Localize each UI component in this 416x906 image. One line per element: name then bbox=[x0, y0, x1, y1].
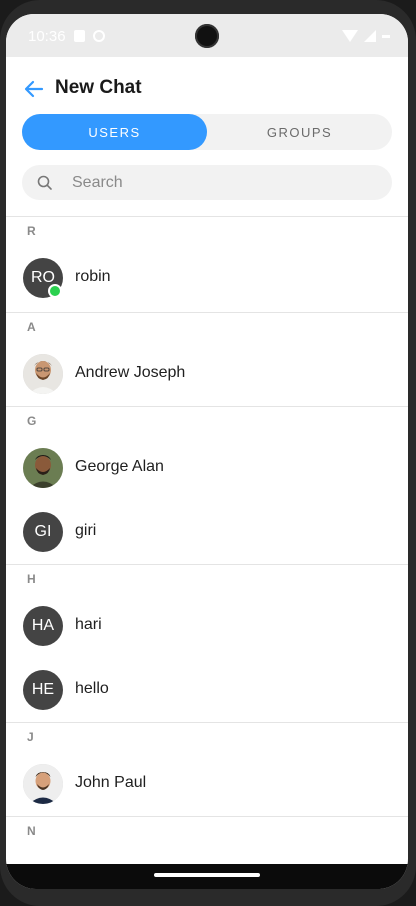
user-name: robin bbox=[75, 268, 111, 285]
app-screen: 10:36 New Chat USERS GROUPS Search R RO … bbox=[6, 14, 408, 889]
user-row-giri[interactable]: GI giri bbox=[6, 500, 408, 564]
status-bar: 10:36 bbox=[6, 14, 408, 57]
section-header-r: R bbox=[6, 216, 408, 246]
search-icon bbox=[37, 175, 52, 190]
front-camera bbox=[195, 24, 219, 48]
user-row-hari[interactable]: HA hari bbox=[6, 594, 408, 658]
person-photo-icon bbox=[23, 764, 63, 804]
online-status-icon bbox=[48, 284, 62, 298]
search-input[interactable] bbox=[72, 165, 372, 200]
section-header-h: H bbox=[6, 564, 408, 594]
avatar-photo bbox=[23, 354, 63, 394]
phone-frame: 10:36 New Chat USERS GROUPS Search R RO … bbox=[0, 0, 416, 906]
user-name: John Paul bbox=[75, 774, 147, 791]
user-row-john-paul[interactable]: John Paul bbox=[6, 752, 408, 816]
status-time: 10:36 bbox=[28, 28, 66, 45]
section-header-j: J bbox=[6, 722, 408, 752]
back-arrow-icon[interactable] bbox=[22, 77, 46, 101]
avatar: HE bbox=[23, 670, 63, 710]
user-name: hari bbox=[75, 616, 102, 633]
section-header-n: N bbox=[6, 816, 408, 846]
avatar: HA bbox=[23, 606, 63, 646]
section-header-g: G bbox=[6, 406, 408, 436]
user-row-george-alan[interactable]: George Alan bbox=[6, 436, 408, 500]
tab-users[interactable]: USERS bbox=[22, 114, 207, 150]
wifi-icon bbox=[342, 30, 358, 42]
user-row-hello[interactable]: HE hello bbox=[6, 658, 408, 722]
avatar-photo bbox=[23, 448, 63, 488]
status-notification-icons bbox=[74, 30, 105, 42]
tab-groups[interactable]: GROUPS bbox=[207, 114, 392, 150]
section-header-a: A bbox=[6, 312, 408, 342]
user-row-andrew-joseph[interactable]: Andrew Joseph bbox=[6, 342, 408, 406]
page-title: New Chat bbox=[55, 77, 142, 98]
user-name: hello bbox=[75, 680, 109, 697]
user-name: Andrew Joseph bbox=[75, 364, 186, 381]
users-groups-tabs: USERS GROUPS bbox=[22, 114, 392, 150]
status-system-icons bbox=[342, 30, 390, 42]
battery-icon bbox=[382, 34, 390, 38]
avatar-photo bbox=[23, 764, 63, 804]
app-header: New Chat bbox=[6, 69, 408, 113]
user-name: giri bbox=[75, 522, 97, 539]
navigation-bar bbox=[6, 864, 408, 889]
avatar: GI bbox=[23, 512, 63, 552]
person-photo-icon bbox=[23, 354, 63, 394]
person-photo-icon bbox=[23, 448, 63, 488]
user-list: R RO robin A Andrew Joseph G George Alan… bbox=[6, 216, 408, 846]
settings-status-icon bbox=[93, 30, 105, 42]
home-indicator[interactable] bbox=[154, 873, 260, 877]
signal-icon bbox=[364, 30, 376, 42]
search-bar bbox=[22, 165, 392, 200]
user-name: George Alan bbox=[75, 458, 164, 475]
sim-icon bbox=[74, 30, 85, 42]
user-row-robin[interactable]: RO robin bbox=[6, 246, 408, 312]
